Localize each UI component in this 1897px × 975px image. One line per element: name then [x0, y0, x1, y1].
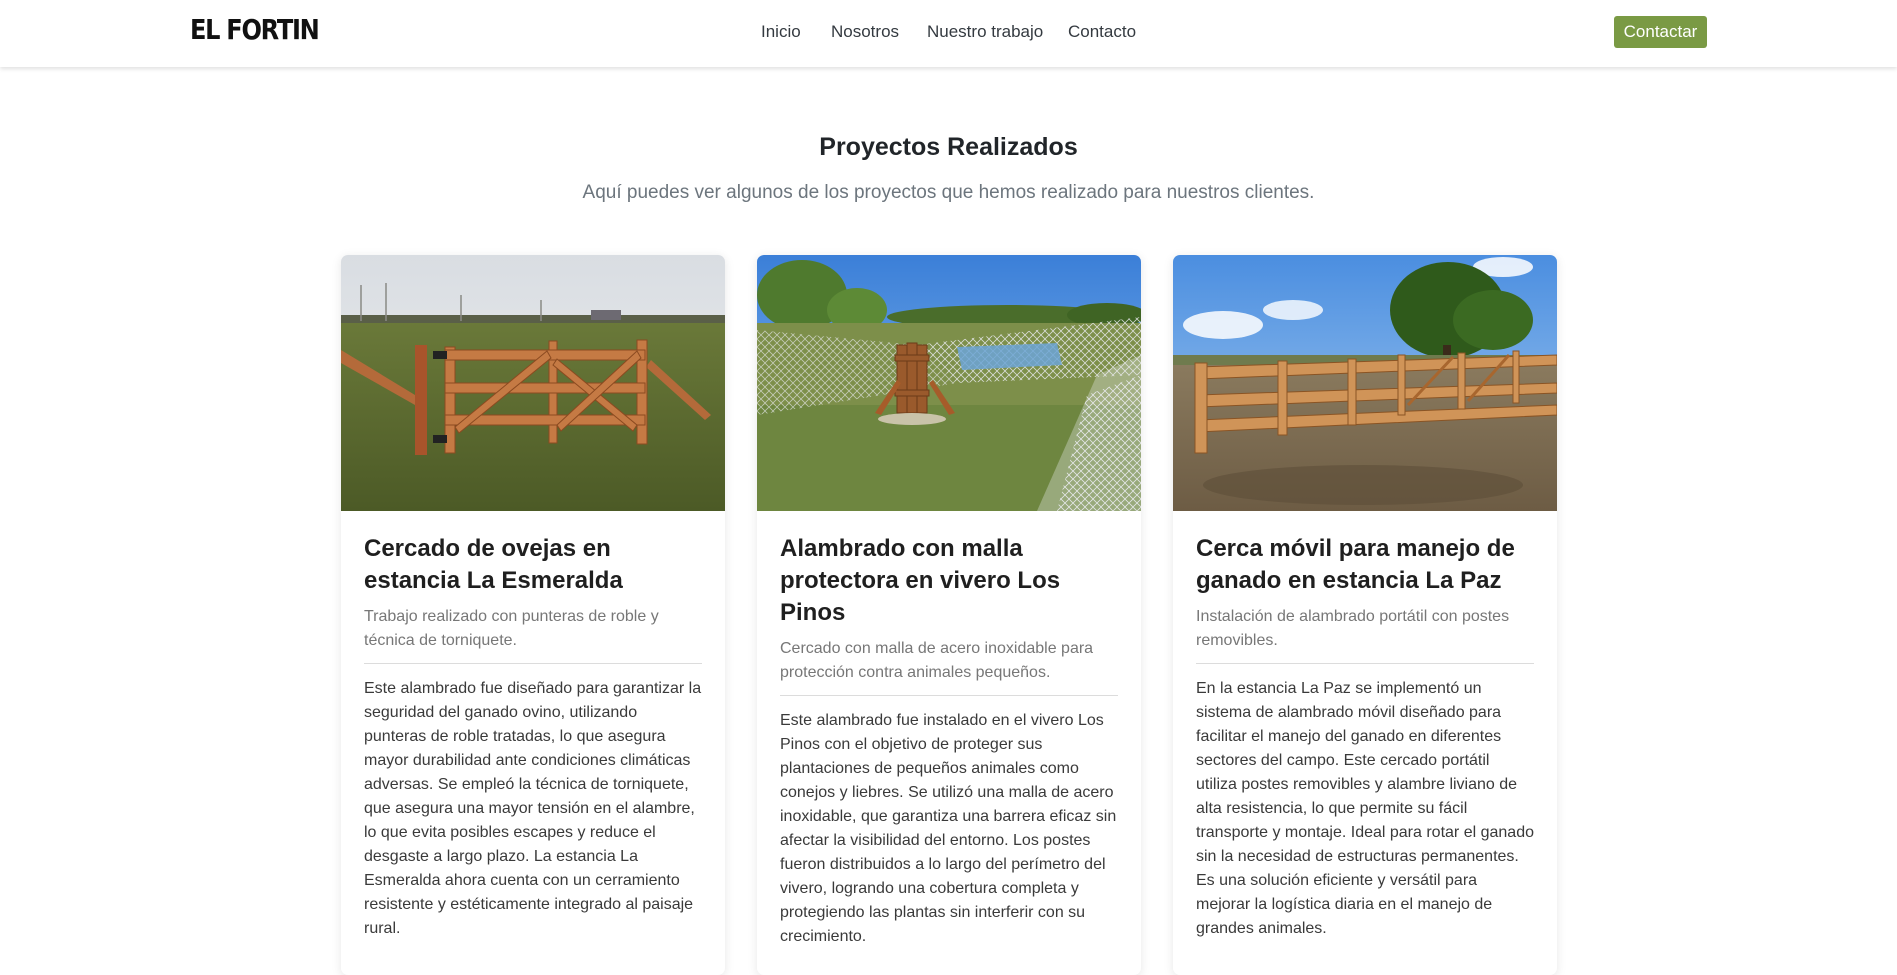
divider: [364, 663, 702, 664]
project-subtitle: Trabajo realizado con punteras de roble …: [364, 608, 659, 649]
project-card: Cerca móvil para manejo de ganado en est…: [1173, 255, 1557, 975]
brand-logo[interactable]: EL FORTIN: [190, 13, 320, 46]
project-image-mesh-fence: [757, 255, 1141, 511]
project-card: Cercado de ovejas en estancia La Esmeral…: [341, 255, 725, 975]
project-description: En la estancia La Paz se implementó un s…: [1196, 680, 1534, 937]
project-subtitle: Cercado con malla de acero inoxidable pa…: [780, 640, 1094, 681]
project-title: Cercado de ovejas en estancia La Esmeral…: [364, 535, 623, 594]
project-description: Este alambrado fue instalado en el viver…: [780, 712, 1117, 945]
project-title: Cerca móvil para manejo de ganado en est…: [1196, 535, 1515, 594]
nav-link-contacto[interactable]: Contacto: [1068, 22, 1136, 42]
contact-button[interactable]: Contactar: [1614, 16, 1707, 48]
project-title: Alambrado con malla protectora en vivero…: [780, 535, 1061, 626]
project-subtitle: Instalación de alambrado portátil con po…: [1196, 608, 1510, 649]
section-title: Proyectos Realizados: [819, 133, 1078, 161]
navbar: EL FORTIN Inicio Nosotros Nuestro trabaj…: [0, 0, 1897, 67]
project-card: Alambrado con malla protectora en vivero…: [757, 255, 1141, 975]
nav-link-nosotros[interactable]: Nosotros: [831, 22, 899, 42]
divider: [1196, 663, 1534, 664]
nav-link-nuestro-trabajo[interactable]: Nuestro trabajo: [927, 22, 1043, 42]
divider: [780, 695, 1118, 696]
project-image-wooden-gate: [341, 255, 725, 511]
project-description: Este alambrado fue diseñado para garanti…: [364, 680, 702, 937]
project-image-mobile-fence: [1173, 255, 1557, 511]
section-subtitle: Aquí puedes ver algunos de los proyectos…: [582, 182, 1315, 203]
nav-link-inicio[interactable]: Inicio: [761, 22, 801, 42]
